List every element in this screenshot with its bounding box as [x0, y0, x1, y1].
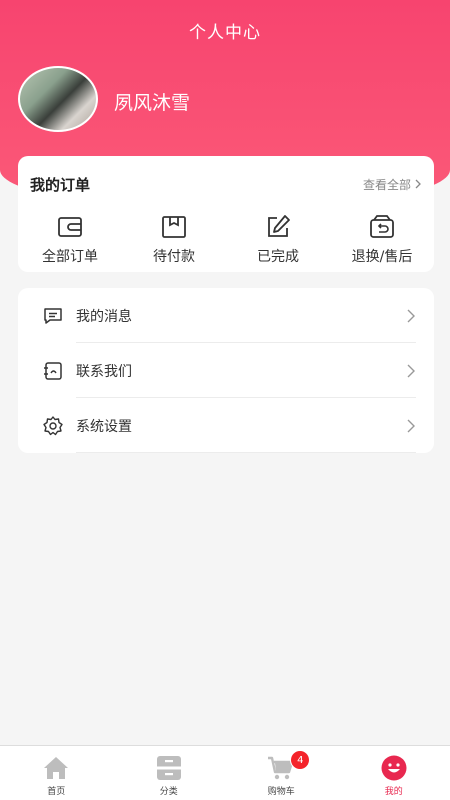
- orders-shortcuts: 全部订单 待付款 已完成 退换/售后: [18, 212, 434, 272]
- order-completed-button[interactable]: 已完成: [226, 212, 330, 272]
- order-unpaid-label: 待付款: [153, 249, 195, 265]
- cart-badge: 4: [290, 750, 311, 770]
- category-icon: [156, 756, 181, 780]
- order-all-label: 全部订单: [42, 249, 98, 265]
- edit-icon: [268, 215, 290, 237]
- tab-home[interactable]: 首页: [0, 746, 113, 800]
- menu-card: 我的消息 联系我们 系统设置: [18, 288, 434, 453]
- chevron-right-icon: [407, 309, 415, 322]
- tab-category[interactable]: 分类: [113, 746, 226, 800]
- chevron-right-icon: [415, 179, 421, 189]
- order-refund-label: 退换/售后: [351, 249, 413, 265]
- menu-item-label: 联系我们: [76, 363, 132, 380]
- orders-title: 我的订单: [30, 175, 91, 194]
- tab-label: 分类: [159, 787, 178, 797]
- menu-item-label: 我的消息: [76, 308, 132, 325]
- contact-icon: [44, 361, 62, 380]
- orders-card: 我的订单 查看全部 全部订单 待付款 已完成 退换/售后: [18, 156, 434, 272]
- menu-item-contact[interactable]: 联系我们: [18, 343, 434, 398]
- tab-label: 我的: [384, 787, 403, 797]
- tab-cart[interactable]: 4 购物车: [225, 746, 338, 800]
- order-unpaid-button[interactable]: 待付款: [122, 212, 226, 272]
- chevron-right-icon: [407, 364, 415, 377]
- tab-label: 购物车: [267, 787, 295, 797]
- message-icon: [44, 307, 62, 324]
- view-all-label: 查看全部: [362, 177, 411, 192]
- menu-item-messages[interactable]: 我的消息: [18, 288, 434, 343]
- avatar[interactable]: [18, 66, 98, 132]
- page-title: 个人中心: [189, 23, 261, 43]
- menu-item-label: 系统设置: [76, 418, 132, 435]
- username: 夙风沐雪: [114, 92, 191, 114]
- bottom-tab-bar: 首页 分类 4 购物车 我的: [0, 745, 450, 800]
- order-completed-label: 已完成: [257, 249, 299, 265]
- box-icon: [162, 216, 186, 238]
- order-all-button[interactable]: 全部订单: [18, 212, 122, 272]
- return-icon: [370, 215, 394, 238]
- order-refund-button[interactable]: 退换/售后: [330, 212, 434, 272]
- menu-item-settings[interactable]: 系统设置: [18, 398, 434, 453]
- profile-icon: [381, 755, 407, 781]
- chevron-right-icon: [407, 419, 415, 432]
- home-icon: [44, 757, 69, 779]
- orders-header: 我的订单 查看全部: [18, 156, 434, 212]
- tab-label: 首页: [47, 787, 66, 797]
- wallet-icon: [58, 217, 82, 237]
- gear-icon: [43, 415, 63, 435]
- divider: [76, 452, 416, 453]
- tab-profile[interactable]: 我的: [338, 746, 450, 800]
- view-all-orders-link[interactable]: 查看全部: [363, 176, 422, 193]
